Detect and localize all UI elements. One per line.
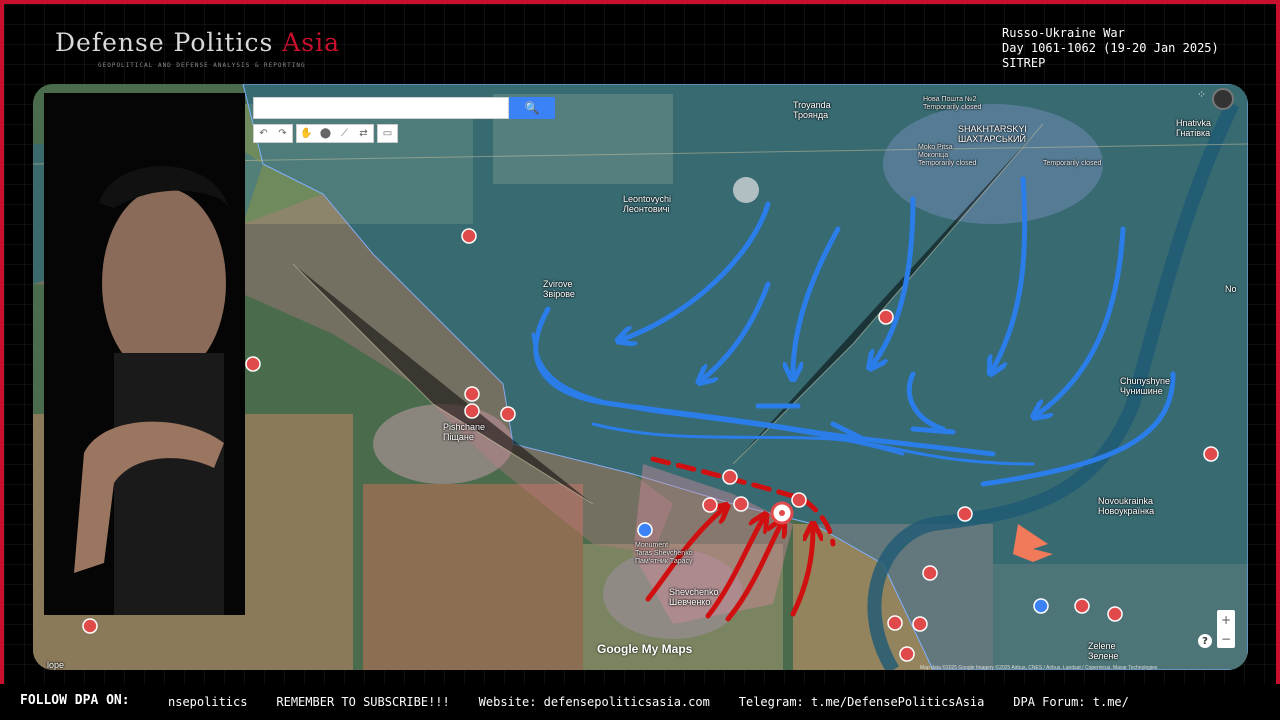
label-no: No <box>1225 284 1237 294</box>
marker-icon[interactable]: ⬤ <box>316 125 335 142</box>
apps-grid-icon[interactable]: ⁘ <box>1197 88 1206 101</box>
label-lope: lope <box>47 660 65 670</box>
label-troyanda: Troyanda Троянда <box>793 100 831 120</box>
label-novoukrainka: Novoukrainka Новоукраїнка <box>1098 496 1155 516</box>
sitrep-label: SITREP <box>1002 56 1046 70</box>
ticker-text: nsepolitics REMEMBER TO SUBSCRIBE!!! Web… <box>168 695 1129 709</box>
search-button[interactable]: 🔍 <box>509 97 555 119</box>
zoom-out-button[interactable]: − <box>1221 632 1231 646</box>
brand-tagline: GEOPOLITICAL AND DEFENSE ANALYSIS & REPO… <box>98 62 306 69</box>
marker-red <box>1107 606 1123 622</box>
label-shevchenko: Shevchenko Шевченко <box>669 587 719 607</box>
marker-blue <box>1033 598 1049 614</box>
redo-icon[interactable]: ↷ <box>273 125 292 142</box>
marker-red <box>878 309 894 325</box>
marker-red <box>461 228 477 244</box>
dome-landmark <box>733 177 759 203</box>
marker-red <box>722 469 738 485</box>
presenter-silhouette <box>74 166 229 615</box>
label-zelene: Zelene Зелене <box>1088 641 1119 661</box>
route-icon[interactable]: ⇄ <box>354 125 373 142</box>
marker-red <box>82 618 98 634</box>
map-attribution: Map data ©2025 Google Imagery ©2025 Airb… <box>920 665 1158 671</box>
label-chunyshyne: Chunyshyne Чунишине <box>1120 376 1171 396</box>
avatar[interactable] <box>1212 88 1234 110</box>
marker-red <box>464 403 480 419</box>
marker-red <box>922 565 938 581</box>
marker-red <box>912 616 928 632</box>
hand-icon[interactable]: ✋ <box>297 125 316 142</box>
map-toolbar: ↶ ↷ ✋ ⬤ ⟋ ⇄ ▭ <box>253 124 398 143</box>
marker-red <box>1074 598 1090 614</box>
blue-dash-4 <box>910 426 956 435</box>
marker-red <box>791 492 807 508</box>
marker-red <box>733 496 749 512</box>
draw-line-icon[interactable]: ⟋ <box>335 125 354 142</box>
marker-red <box>899 646 915 662</box>
label-shakhtarskyi: SHAKHTARSKYI ШАХТАРСЬКИЙ <box>958 124 1027 144</box>
follow-label: FOLLOW DPA ON: <box>20 693 130 708</box>
marker-red <box>464 386 480 402</box>
search-input[interactable] <box>253 97 509 119</box>
marker-red <box>702 497 718 513</box>
marker-red <box>500 406 516 422</box>
label-pishchane: Pishchane Піщане <box>443 422 486 442</box>
help-button[interactable]: ? <box>1198 634 1212 648</box>
camera-marker-dot <box>779 510 785 516</box>
measure-icon[interactable]: ▭ <box>378 125 397 142</box>
drawing-tools-group: ✋ ⬤ ⟋ ⇄ <box>296 124 374 143</box>
sitrep-header: Russo-Ukraine War Day 1061-1062 (19-20 Ja… <box>1002 26 1219 71</box>
sitrep-title: Russo-Ukraine War <box>1002 26 1125 40</box>
marker-blue <box>637 522 653 538</box>
marker-red <box>245 356 261 372</box>
label-monument: Monument Taras Shevchenko Пам'ятник Тара… <box>635 542 693 565</box>
marker-red <box>1203 446 1219 462</box>
label-hnativka: Hnativka Гнатівка <box>1176 118 1212 138</box>
brand-logo: Defense Politics Asia <box>55 28 341 57</box>
measure-group: ▭ <box>377 124 398 143</box>
zoom-control: + − <box>1217 610 1235 648</box>
presenter-webcam <box>44 93 245 615</box>
label-moko-pitsa: Moko Pitsa Мокопіца Temporarily closed <box>918 144 977 167</box>
label-nova-poshta: Нова Пошта №2 Temporarily closed <box>923 96 982 111</box>
google-my-maps-logo: Google My Maps <box>597 642 693 656</box>
label-temporarily-closed: Temporarily closed <box>1043 160 1102 167</box>
label-leontovychi: Leontovychi Леонтовичі <box>623 194 672 214</box>
search-icon: 🔍 <box>524 101 540 115</box>
zoom-in-button[interactable]: + <box>1221 613 1231 627</box>
label-zvirove: Zvirove Звірове <box>543 279 575 299</box>
undo-redo-group: ↶ ↷ <box>253 124 293 143</box>
marker-red <box>957 506 973 522</box>
sitrep-day: Day 1061-1062 (19-20 Jan 2025) <box>1002 41 1219 55</box>
marker-red <box>887 615 903 631</box>
undo-icon[interactable]: ↶ <box>254 125 273 142</box>
